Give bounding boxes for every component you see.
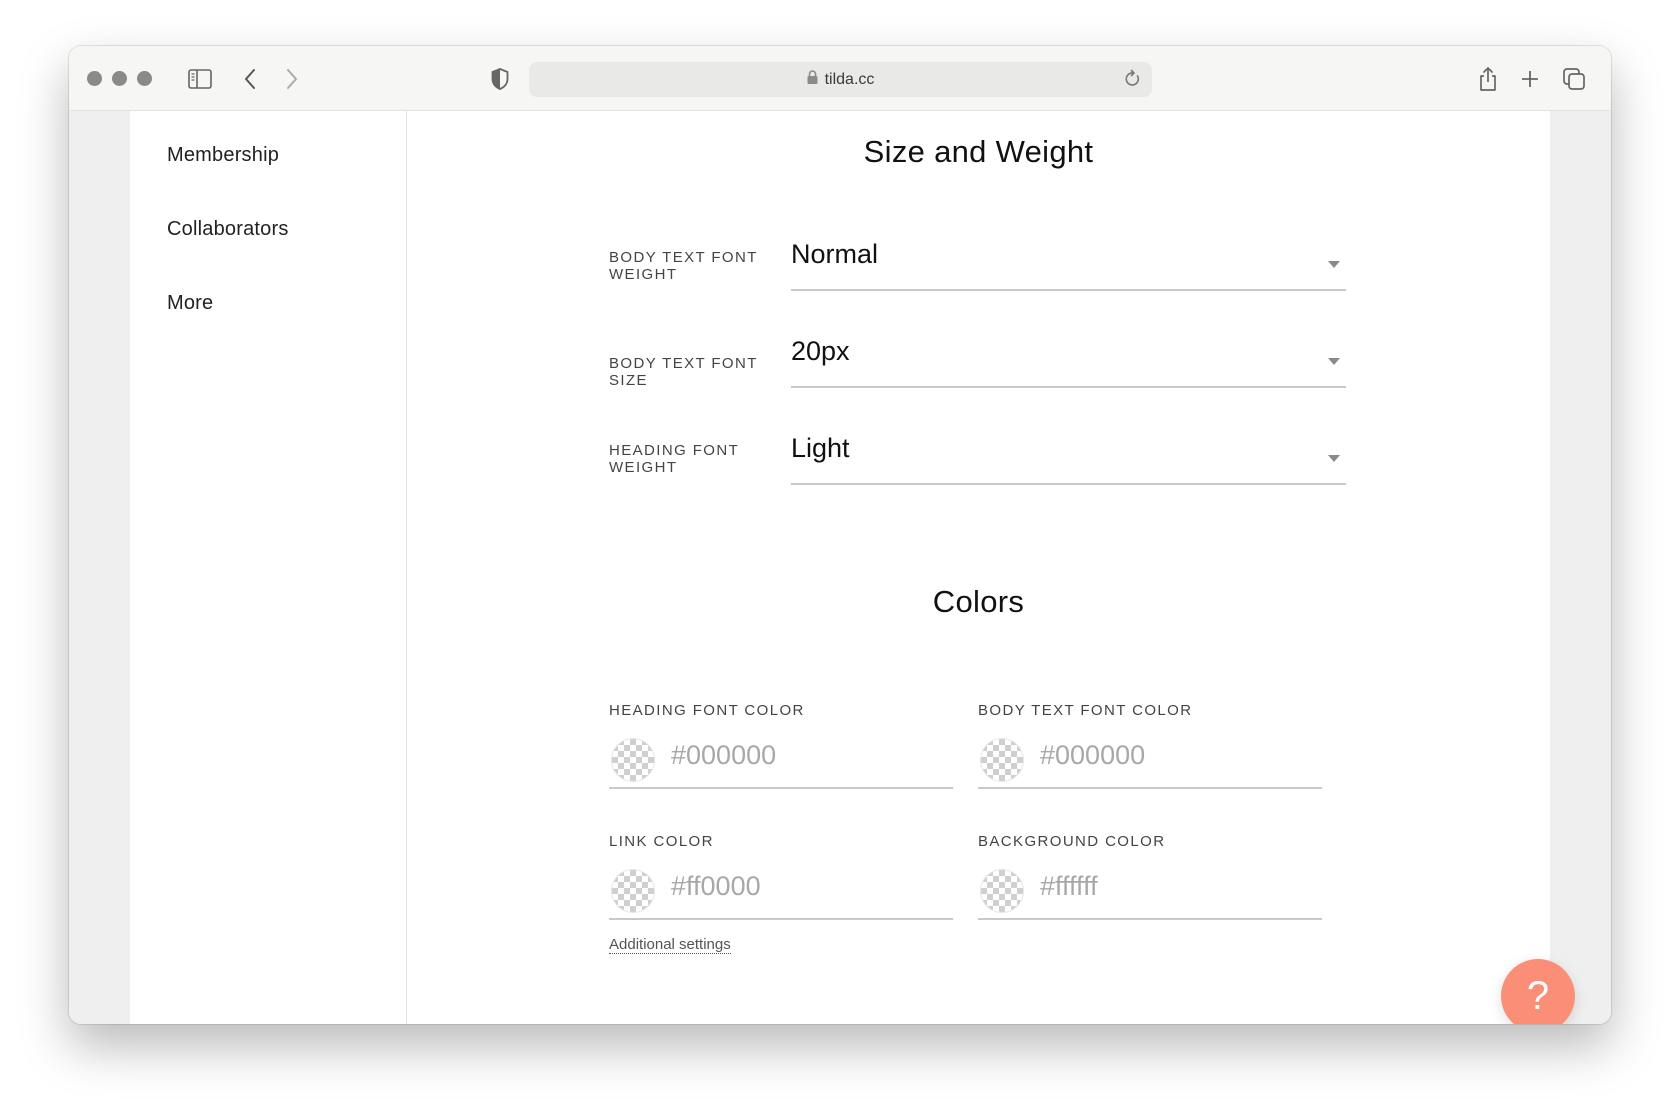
plus-icon[interactable] [1515, 64, 1545, 94]
address-bar[interactable]: tilda.cc [529, 62, 1152, 97]
color-value: #000000 [1040, 740, 1146, 770]
zoom-window-button[interactable] [137, 71, 152, 86]
link-color-input[interactable]: #ff0000 [609, 862, 953, 920]
chevron-left-icon[interactable] [235, 64, 265, 94]
link-color-label: Link color [609, 833, 714, 850]
browser-toolbar: tilda.cc [69, 46, 1611, 111]
settings-main: Size and Weight Body text font weight No… [407, 111, 1550, 1024]
help-button[interactable]: ? [1501, 959, 1575, 1024]
heading-color-label: Heading font color [609, 702, 805, 719]
section-title-colors: Colors [932, 584, 1025, 619]
tab-overview-icon[interactable] [1559, 64, 1589, 94]
color-value: #000000 [671, 740, 777, 770]
browser-window: tilda.cc Membership Collaborators More S… [69, 46, 1611, 1024]
close-window-button[interactable] [87, 71, 102, 86]
select-value: 20px [791, 336, 850, 366]
section-title-size-weight: Size and Weight [863, 134, 1094, 169]
color-swatch[interactable] [611, 869, 655, 913]
heading-font-weight-select[interactable]: Light [791, 433, 1346, 485]
caret-down-icon [1328, 261, 1340, 268]
url-text: tilda.cc [824, 70, 875, 88]
body-font-size-select[interactable]: 20px [791, 336, 1346, 388]
share-icon[interactable] [1473, 64, 1503, 94]
background-color-label: Background color [978, 833, 1166, 850]
background-color-input[interactable]: #ffffff [978, 862, 1322, 920]
color-swatch[interactable] [980, 738, 1024, 782]
body-font-size-label: Body text font size [609, 355, 758, 389]
additional-settings-link[interactable]: Additional settings [609, 936, 731, 954]
page-content: Membership Collaborators More Size and W… [69, 111, 1611, 1024]
color-swatch[interactable] [980, 869, 1024, 913]
body-font-weight-select[interactable]: Normal [791, 239, 1346, 291]
minimize-window-button[interactable] [112, 71, 127, 86]
heading-font-weight-label: Heading font weight [609, 442, 739, 476]
select-value: Normal [791, 239, 879, 269]
sidebar-item-collaborators[interactable]: Collaborators [167, 218, 289, 241]
question-mark-icon: ? [1526, 973, 1550, 1018]
sidebar-item-membership[interactable]: Membership [167, 144, 279, 167]
color-value: #ff0000 [671, 871, 761, 901]
color-value: #ffffff [1040, 871, 1098, 901]
lock-icon [807, 70, 818, 89]
heading-color-input[interactable]: #000000 [609, 731, 953, 789]
sidebar-item-more[interactable]: More [167, 292, 213, 315]
body-font-weight-label: Body text font weight [609, 249, 758, 283]
chevron-right-icon[interactable] [277, 64, 307, 94]
body-color-label: Body text font color [978, 702, 1193, 719]
settings-sidebar: Membership Collaborators More [130, 111, 407, 1024]
reload-icon[interactable] [1122, 68, 1144, 90]
body-color-input[interactable]: #000000 [978, 731, 1322, 789]
select-value: Light [791, 433, 850, 463]
caret-down-icon [1328, 455, 1340, 462]
sidebar-toggle-icon[interactable] [185, 64, 215, 94]
caret-down-icon [1328, 358, 1340, 365]
color-swatch[interactable] [611, 738, 655, 782]
shield-icon[interactable] [485, 64, 515, 94]
